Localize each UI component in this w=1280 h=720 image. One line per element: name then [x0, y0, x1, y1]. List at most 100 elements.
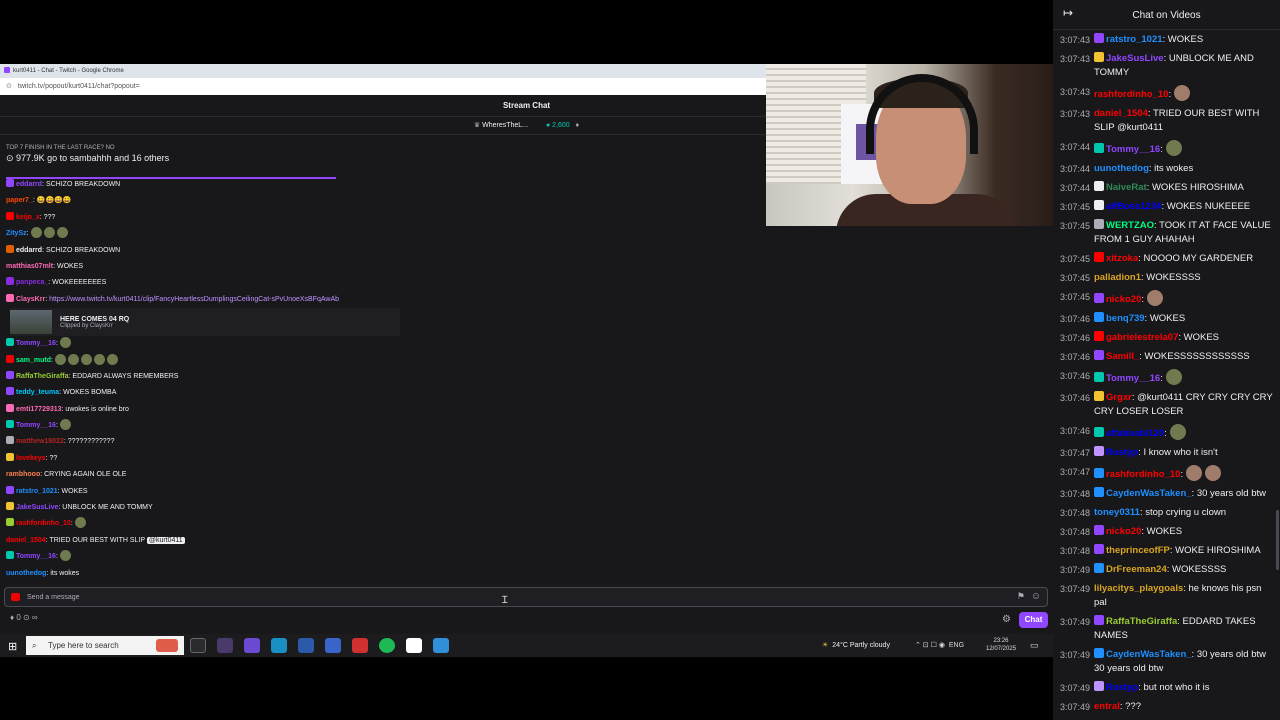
chat-username[interactable]: Tommy__16 — [16, 553, 56, 560]
prediction-banner[interactable]: TOP 7 FINISH IN THE LAST RACE? NO ⊙ 977.… — [6, 145, 336, 179]
weather-icon: ☀ — [822, 642, 829, 649]
taskbar-search[interactable]: ⌕ Type here to search — [26, 636, 184, 655]
weather-widget[interactable]: ☀ 24°C Partly cloudy — [822, 634, 890, 657]
clip-card[interactable]: HERE COMES 04 RQ Clipped by ClaysKrr — [10, 308, 400, 337]
chat-username[interactable]: benq739 — [1106, 313, 1145, 324]
chat-username[interactable]: eddarrd — [16, 247, 42, 254]
chat-username[interactable]: alfBoss1234 — [1106, 201, 1161, 212]
message-timestamp: 3:07:44 — [1060, 163, 1091, 174]
chat-username[interactable]: DrFreeman24 — [1106, 564, 1167, 575]
chat-message: 3:07:48 toney0311: stop crying u clown — [1053, 503, 1280, 522]
chat-username[interactable]: ZitySz — [6, 230, 27, 237]
chat-username[interactable]: teddy_teuma — [16, 389, 59, 396]
chat-username[interactable]: uunothedog — [1094, 163, 1149, 174]
chat-username[interactable]: Tommy__16 — [1106, 373, 1160, 384]
app-icon-9[interactable] — [433, 638, 449, 653]
message-timestamp: 3:07:46 — [1060, 351, 1091, 362]
chat-button[interactable]: Chat — [1019, 612, 1048, 628]
chat-message: Tommy__16: — [6, 418, 766, 434]
task-view-icon[interactable] — [190, 638, 206, 653]
chat-username[interactable]: RaffaTheGiraffa — [1106, 616, 1177, 627]
app-icon-5[interactable] — [325, 638, 341, 653]
send-message-input[interactable]: Send a message ⚑ ☺ — [4, 587, 1048, 607]
chat-username[interactable]: Tommy__16 — [1106, 144, 1160, 155]
chat-username[interactable]: nicko20 — [1106, 294, 1141, 305]
chat-message: 3:07:43 ratstro_1021: WOKES — [1053, 30, 1280, 49]
chat-username[interactable]: NaiveRat — [1106, 182, 1147, 193]
chat-username[interactable]: rashfordinho_10 — [1106, 469, 1180, 480]
chat-username[interactable]: theprinceofFP — [1106, 545, 1170, 556]
site-info-icon[interactable]: ⊙ — [6, 83, 12, 90]
chat-username[interactable]: paper7_ — [6, 197, 33, 204]
weather-text: 24°C Partly cloudy — [832, 642, 890, 649]
chat-username[interactable]: sam_mutd — [16, 357, 51, 364]
clip-link[interactable]: https://www.twitch.tv/kurt0411/clip/Fanc… — [49, 296, 339, 303]
chat-username[interactable]: CaydenWasTaken_ — [1106, 488, 1192, 499]
chat-message-text: : I know who it isn't — [1138, 446, 1218, 458]
chat-username[interactable]: lilyacitys_playgoals — [1094, 583, 1183, 594]
chat-username[interactable]: JakeSusLive — [16, 504, 58, 511]
windows-start-icon[interactable]: ⊞ — [8, 640, 17, 653]
spotify-app-icon[interactable] — [379, 638, 395, 653]
chat-username[interactable]: eddarrd — [16, 181, 42, 188]
chat-message-text: : WOKE HIROSHIMA — [1169, 544, 1261, 556]
chat-username[interactable]: uunothedog — [6, 570, 46, 577]
channel-points[interactable]: ♦ 0 ⊙ ∞ — [10, 613, 38, 622]
browser-title-bar: kurt0411 - Chat - Twitch - Google Chrome — [0, 64, 766, 78]
taskbar-clock[interactable]: 23:26 12/07/2025 — [986, 637, 1016, 653]
browser-app-icon[interactable] — [217, 638, 233, 653]
chat-username[interactable]: palladion1 — [1094, 272, 1141, 283]
chat-username[interactable]: lovekeys — [16, 455, 46, 462]
system-tray[interactable]: ⌃ ⊡ ☐ ◉ ENG — [915, 634, 964, 657]
chat-username[interactable]: aftabnabi120 — [1106, 428, 1164, 439]
chat-message: 3:07:49 DrFreeman24: WOKESSSS — [1053, 560, 1280, 579]
side-chat-scrollbar[interactable] — [1276, 510, 1279, 570]
app-icon-3[interactable] — [271, 638, 287, 653]
chat-username[interactable]: rashfordinho_10 — [1094, 89, 1168, 100]
chat-username[interactable]: toney0311 — [1094, 507, 1140, 518]
chat-username[interactable]: Grgxr — [1106, 392, 1132, 403]
chat-username[interactable]: keijo_x — [16, 214, 40, 221]
chat-username[interactable]: RaffaTheGiraffa — [16, 373, 69, 380]
chat-username[interactable]: Tommy__16 — [16, 422, 56, 429]
chat-username[interactable]: nicko20 — [1106, 526, 1141, 537]
chat-username[interactable]: matthias07mlt — [6, 263, 53, 270]
chat-settings-icon[interactable]: ⚙ — [1002, 614, 1011, 625]
emote-picker-icon[interactable]: ☺ — [1031, 591, 1041, 602]
chat-username[interactable]: rambhooo — [6, 471, 40, 478]
address-bar[interactable]: ⊙ twitch.tv/popout/kurt0411/chat?popout= — [0, 78, 766, 95]
chat-username[interactable]: Rustyp — [1106, 447, 1138, 458]
chat-message-text: : — [51, 356, 53, 364]
chat-username[interactable]: WERTZAO — [1106, 220, 1154, 231]
chat-username[interactable]: Tommy__16 — [16, 340, 56, 347]
chat-message: eddarrd: SCHIZO BREAKDOWN — [6, 243, 766, 259]
chat-username[interactable]: ratstro_1021 — [16, 488, 58, 495]
message-timestamp: 3:07:43 — [1060, 53, 1091, 64]
chat-username[interactable]: xitzoka — [1106, 253, 1138, 264]
chat-username[interactable]: Rustyp — [1106, 682, 1138, 693]
bits-button[interactable]: ⚑ — [1017, 591, 1025, 602]
chat-username[interactable]: rashfordinho_10 — [16, 520, 71, 527]
app-icon-8[interactable] — [406, 638, 422, 653]
chat-message-text: : but not who it is — [1138, 681, 1210, 693]
app-icon-4[interactable] — [298, 638, 314, 653]
message-timestamp: 3:07:46 — [1060, 425, 1091, 436]
chat-username[interactable]: gabrielestrela07 — [1106, 332, 1178, 343]
chrome-app-icon[interactable] — [352, 638, 368, 653]
badge-icon — [6, 518, 14, 527]
chat-username[interactable]: CaydenWasTaken_ — [1106, 649, 1192, 660]
emote-icon — [1165, 368, 1182, 385]
chat-username[interactable]: ClaysKrr — [16, 296, 45, 303]
chat-username[interactable]: matthew18022 — [16, 438, 64, 445]
emote-icon — [74, 517, 86, 529]
discord-app-icon[interactable] — [244, 638, 260, 653]
chat-username[interactable]: daniel_1504 — [6, 537, 46, 544]
chat-username[interactable]: Samill_ — [1106, 351, 1139, 362]
chat-username[interactable]: ratstro_1021 — [1106, 34, 1163, 45]
chat-username[interactable]: entral — [1094, 701, 1120, 712]
chat-username[interactable]: JakeSusLive — [1106, 53, 1164, 64]
chat-username[interactable]: panpeca_ — [16, 279, 48, 286]
notifications-icon[interactable]: ▭ — [1030, 640, 1039, 651]
chat-username[interactable]: emti17729313 — [16, 406, 62, 413]
chat-username[interactable]: daniel_1504 — [1094, 108, 1148, 119]
